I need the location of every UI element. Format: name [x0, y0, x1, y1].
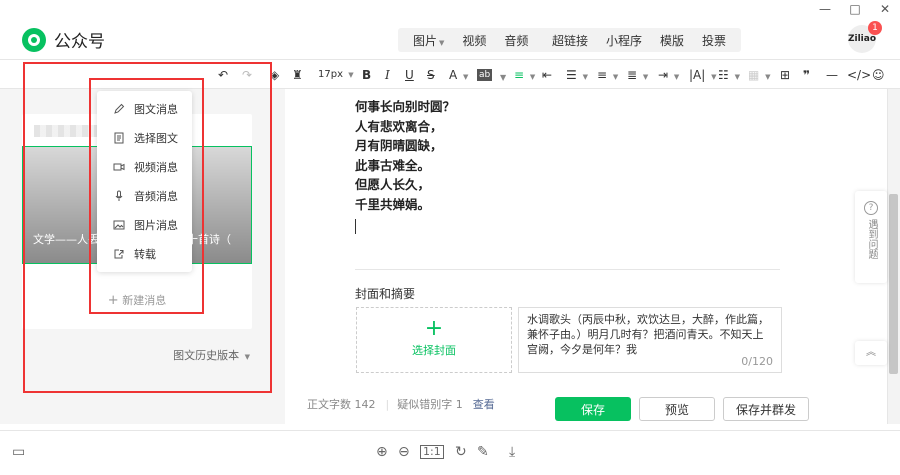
blurred-account-name: [34, 125, 104, 137]
format-painter-icon[interactable]: ♜: [292, 67, 303, 83]
chevron-down-icon: ▼: [439, 38, 445, 47]
menu-item-video[interactable]: 视频消息: [97, 152, 192, 181]
app-logo: 公众号: [22, 27, 105, 52]
format-toolbar: ↶ ↷ ◈ ♜ 17px ▼ B I U S A ▼ ab ▼ ≡ ▼ ⇤ ☰ …: [0, 61, 900, 89]
back-to-top-button[interactable]: ︽: [855, 341, 887, 365]
code-icon[interactable]: </>: [847, 67, 871, 83]
select-cover-button[interactable]: + 选择封面: [356, 307, 512, 373]
wechat-logo-icon: [22, 27, 46, 52]
summary-input[interactable]: 水调歌头（丙辰中秋，欢饮达旦，大醉，作此篇，兼怀子由。）明月几时有？把酒问青天。…: [518, 307, 782, 373]
insert-template-button[interactable]: 模版: [651, 32, 693, 49]
word-count-status: 正文字数 142 | 疑似错别字 1 查看: [307, 396, 495, 412]
list-icon[interactable]: ☷ ▼: [718, 67, 740, 85]
menu-item-select-article[interactable]: 选择图文: [97, 123, 192, 152]
letter-spacing-icon[interactable]: |A| ▼: [689, 67, 717, 85]
rotate-icon[interactable]: ↻: [455, 444, 467, 460]
poem-line: 人有悲欢离合，: [355, 118, 443, 134]
cover-summary-label: 封面和摘要: [355, 287, 416, 301]
new-message-button[interactable]: + 新建消息: [22, 292, 252, 308]
italic-icon[interactable]: I: [385, 67, 390, 83]
share-icon: [113, 248, 125, 260]
underline-icon[interactable]: U: [405, 67, 414, 83]
insert-media-group: 图片 ▼ 视频 音频: [398, 28, 544, 52]
menu-item-image[interactable]: 图片消息: [97, 210, 192, 239]
minimize-button[interactable]: —: [810, 0, 840, 18]
zoom-out-icon[interactable]: ⊖: [398, 444, 410, 460]
poem-line: 月有阴晴圆缺，: [355, 138, 443, 153]
check-typos-link[interactable]: 查看: [473, 396, 495, 412]
insert-link-button[interactable]: 超链接: [543, 32, 597, 49]
paragraph-after-icon[interactable]: ≣ ▼: [627, 67, 648, 85]
border-icon[interactable]: ▦ ▼: [748, 67, 771, 85]
clear-format-icon[interactable]: ◈: [270, 67, 279, 83]
menu-item-repost[interactable]: 转载: [97, 239, 192, 268]
poem-line: 千里共婵娟。: [355, 196, 431, 212]
redo-icon[interactable]: ↷: [242, 67, 252, 83]
microphone-icon: [113, 190, 125, 202]
bold-icon[interactable]: B: [362, 67, 371, 83]
top-bar: 公众号 图片 ▼ 视频 音频 超链接 小程序 模版 投票 Ziliao 1: [0, 18, 900, 60]
poem-line: 此事古难全。: [355, 157, 431, 173]
strikethrough-icon[interactable]: S: [427, 67, 435, 83]
divider-line-icon[interactable]: —: [826, 67, 838, 83]
chevron-down-icon: ▼: [244, 353, 250, 361]
insert-other-group: 超链接 小程序 模版 投票: [537, 28, 742, 52]
insert-audio-button[interactable]: 音频: [495, 32, 537, 49]
table-icon[interactable]: ⊞: [780, 67, 790, 83]
video-icon: [113, 161, 125, 173]
poem-line: 何事长向别时圆？: [355, 99, 456, 114]
download-icon[interactable]: ⤓: [509, 444, 515, 460]
scrollbar-thumb[interactable]: [889, 194, 898, 374]
align-icon[interactable]: ≡ ▼: [514, 67, 535, 85]
insert-video-button[interactable]: 视频: [453, 32, 495, 49]
document-icon: [113, 132, 125, 144]
new-message-menu: 图文消息 选择图文 视频消息 音频消息 图片消息 转载: [97, 91, 192, 272]
insert-miniprogram-button[interactable]: 小程序: [597, 32, 651, 49]
article-body[interactable]: 何事长向别时圆？ 人有悲欢离合， 月有阴晴圆缺， 此事古难全。 但愿人长久， 千…: [355, 97, 455, 214]
save-and-publish-button[interactable]: 保存并群发: [723, 397, 809, 421]
viewer-toolbar: ▭ ⊕ ⊖ 1:1 ↻ ✎ ⤓: [0, 430, 900, 475]
image-icon: [113, 219, 125, 231]
paragraph-spacing-icon[interactable]: ☰ ▼: [566, 67, 588, 85]
close-button[interactable]: ✕: [870, 0, 900, 18]
menu-item-audio[interactable]: 音频消息: [97, 181, 192, 210]
quote-icon[interactable]: ❞: [803, 67, 810, 83]
font-size-select[interactable]: 17px ▼: [318, 67, 354, 83]
plus-icon: +: [424, 316, 444, 341]
indent-icon[interactable]: ⇤: [542, 67, 552, 83]
chevron-down-icon[interactable]: ▼: [500, 70, 506, 86]
save-button[interactable]: 保存: [555, 397, 631, 421]
window-controls: — □ ✕: [810, 0, 900, 18]
user-menu[interactable]: Ziliao 1: [848, 21, 882, 53]
pencil-icon: [113, 103, 125, 115]
background-color-icon[interactable]: ab: [477, 69, 493, 81]
history-version-button[interactable]: 图文历史版本 ▼: [173, 347, 250, 363]
layout-icon[interactable]: ▭: [12, 444, 25, 460]
poem-line: 但愿人长久，: [355, 177, 431, 192]
edit-icon[interactable]: ✎: [477, 444, 489, 460]
editor-area[interactable]: 何事长向别时圆？ 人有悲欢离合， 月有阴晴圆缺， 此事古难全。 但愿人长久， 千…: [285, 89, 855, 424]
text-indent-icon[interactable]: ⇥ ▼: [658, 67, 679, 85]
summary-char-count: 0/120: [741, 355, 773, 368]
help-button[interactable]: ? 遇到问题: [855, 191, 887, 283]
preview-button[interactable]: 预览: [639, 397, 715, 421]
maximize-button[interactable]: □: [840, 0, 870, 18]
emoji-icon[interactable]: ☺: [872, 67, 885, 83]
question-icon: ?: [864, 201, 878, 215]
app-name: 公众号: [54, 32, 105, 52]
insert-vote-button[interactable]: 投票: [693, 32, 735, 49]
actual-size-icon[interactable]: 1:1: [420, 445, 444, 459]
section-divider: [355, 269, 780, 270]
notification-badge: 1: [868, 21, 882, 35]
scrollbar[interactable]: [887, 89, 900, 424]
undo-icon[interactable]: ↶: [218, 67, 228, 83]
font-color-icon[interactable]: A ▼: [449, 67, 468, 85]
zoom-in-icon[interactable]: ⊕: [376, 444, 388, 460]
menu-item-rich-text[interactable]: 图文消息: [97, 94, 192, 123]
line-spacing-icon[interactable]: ≡ ▼: [597, 67, 618, 85]
text-cursor: [355, 219, 356, 234]
insert-image-button[interactable]: 图片 ▼: [404, 32, 453, 49]
plus-icon: +: [107, 293, 119, 308]
